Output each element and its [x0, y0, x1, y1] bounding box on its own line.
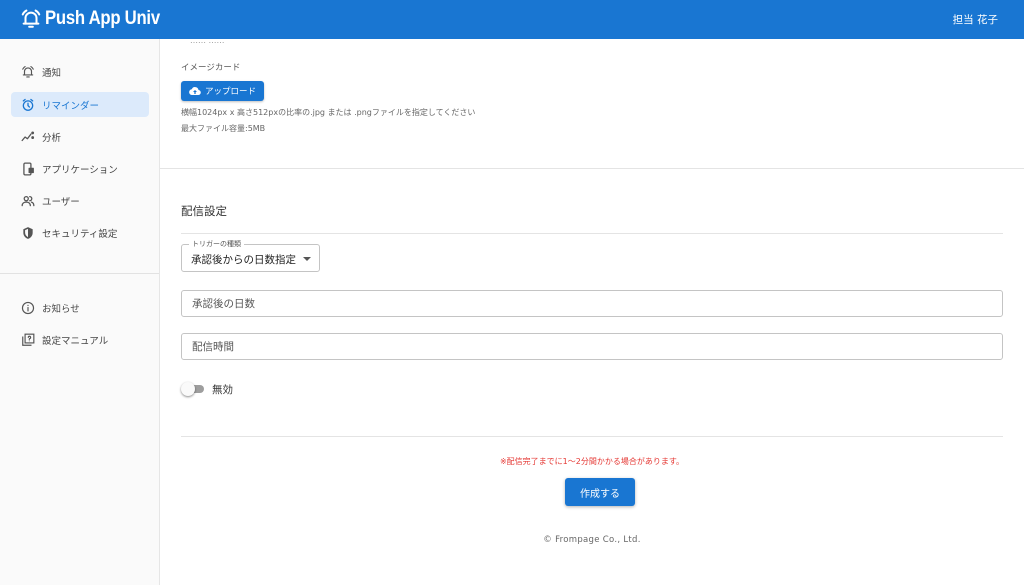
brand[interactable]: Push App Univ: [20, 7, 176, 31]
analytics-icon: [21, 130, 35, 144]
enabled-toggle-label: 無効: [212, 384, 233, 396]
manual-icon: [21, 333, 35, 347]
delivery-time-input[interactable]: [182, 334, 1002, 359]
users-icon: [21, 194, 35, 208]
sidebar-item-label: お知らせ: [42, 303, 80, 315]
sidebar-item-applications[interactable]: アプリケーション: [11, 156, 149, 181]
toggle-thumb: [181, 382, 195, 396]
create-button-label: 作成する: [580, 488, 620, 500]
user-menu[interactable]: 担当 花子: [953, 12, 998, 27]
sidebar-item-label: 分析: [42, 132, 62, 144]
sidebar-item-analytics[interactable]: 分析: [11, 124, 149, 149]
trigger-type-value: 承認後からの日数指定: [191, 254, 296, 266]
sidebar-item-label: セキュリティ設定: [42, 228, 118, 240]
sidebar-item-manual[interactable]: 設定マニュアル: [11, 327, 149, 352]
sidebar-item-label: ユーザー: [42, 196, 80, 208]
sidebar-item-label: 通知: [42, 67, 62, 79]
days-after-approval-field: [181, 290, 1003, 317]
form-footer-divider: [181, 436, 1003, 437]
bell-icon: [21, 65, 35, 79]
sidebar-item-security[interactable]: セキュリティ設定: [11, 220, 149, 245]
trigger-type-legend: トリガーの種類: [189, 239, 244, 249]
app-title: Push App Univ: [45, 8, 160, 29]
copyright-footer: © Frompage Co., Ltd.: [543, 535, 641, 545]
info-icon: [21, 301, 35, 315]
enabled-toggle[interactable]: [181, 382, 205, 396]
max-file-size-hint: 最大ファイル容量:5MB: [181, 124, 266, 133]
caret-down-icon: [303, 257, 311, 261]
image-card-label: イメージカード: [181, 63, 241, 73]
upload-button-label: アップロード: [204, 87, 256, 97]
upload-button[interactable]: アップロード: [181, 81, 264, 101]
sidebar-item-label: 設定マニュアル: [42, 335, 109, 347]
days-after-approval-input[interactable]: [182, 291, 1002, 316]
sidebar-item-notifications[interactable]: 通知: [11, 59, 149, 84]
shield-icon: [21, 226, 35, 240]
sidebar-item-reminders[interactable]: リマインダー: [11, 92, 149, 117]
alarm-clock-icon: [21, 98, 35, 112]
app-bar: Push App Univ 担当 花子: [0, 0, 1024, 39]
bell-logo-icon: [21, 9, 41, 28]
section-divider: [160, 168, 1024, 169]
image-size-hint: 横幅1024px x 高さ512pxの比率の.jpg または .pngファイルを…: [181, 108, 476, 117]
main-content: …… …… イメージカード アップロード 横幅1024px x 高さ512pxの…: [160, 36, 1024, 585]
delivery-notice: ※配信完了までに1〜2分間かかる場合があります。: [499, 457, 685, 466]
sidebar-item-label: リマインダー: [42, 100, 100, 112]
mobile-app-icon: [21, 162, 35, 176]
sidebar: 通知 リマインダー 分析 アプリケーション ユーザー セキュリティ設定 お知らせ…: [0, 39, 160, 585]
create-button[interactable]: 作成する: [565, 478, 635, 506]
trigger-type-select[interactable]: トリガーの種類 承認後からの日数指定: [181, 239, 320, 272]
section-title-divider: [181, 233, 1003, 234]
truncated-text: …… ……: [190, 36, 225, 45]
cloud-upload-icon: [189, 87, 201, 96]
sidebar-item-users[interactable]: ユーザー: [11, 188, 149, 213]
delivery-settings-title: 配信設定: [181, 204, 227, 218]
sidebar-divider: [0, 273, 159, 274]
sidebar-item-label: アプリケーション: [42, 164, 118, 176]
delivery-time-field: [181, 333, 1003, 360]
sidebar-item-news[interactable]: お知らせ: [11, 295, 149, 320]
